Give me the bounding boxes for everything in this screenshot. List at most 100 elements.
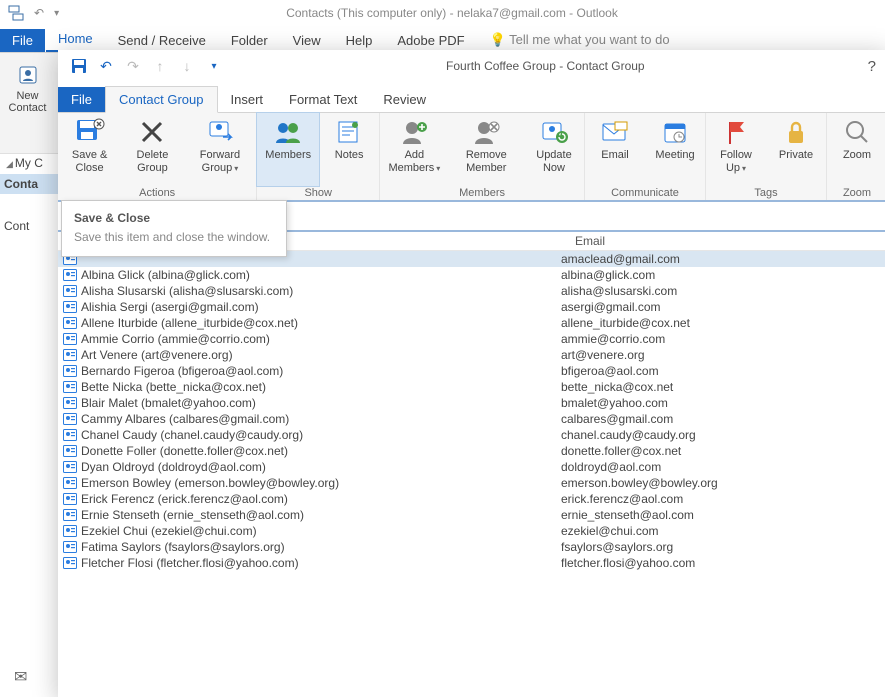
notes-button[interactable]: Notes <box>319 113 379 186</box>
forward-group-button[interactable]: Forward Group▾ <box>184 113 257 186</box>
member-email: albina@glick.com <box>561 268 885 282</box>
tab-view[interactable]: View <box>281 29 333 52</box>
table-row[interactable]: Blair Malet (bmalet@yahoo.com)bmalet@yah… <box>58 395 885 411</box>
help-button[interactable]: ? <box>868 58 885 75</box>
members-icon <box>272 117 304 147</box>
table-row[interactable]: Ammie Corrio (ammie@corrio.com)ammie@cor… <box>58 331 885 347</box>
chevron-down-icon: ▾ <box>742 164 746 173</box>
ribbon-group-label: Tags <box>706 186 826 201</box>
member-email: calbares@gmail.com <box>561 412 885 426</box>
quick-access-icon[interactable] <box>8 5 24 21</box>
fg-tab-file[interactable]: File <box>58 87 105 112</box>
zoom-button[interactable]: Zoom <box>827 113 885 186</box>
undo-icon[interactable]: ↶ <box>97 57 115 75</box>
table-row[interactable]: Fletcher Flosi (fletcher.flosi@yahoo.com… <box>58 555 885 571</box>
redo-icon[interactable]: ↷ <box>124 57 142 75</box>
fg-tab-contact-group[interactable]: Contact Group <box>105 86 218 113</box>
members-button[interactable]: Members <box>256 112 320 187</box>
table-row[interactable]: Ezekiel Chui (ezekiel@chui.com)ezekiel@c… <box>58 523 885 539</box>
member-name: Art Venere (art@venere.org) <box>81 348 561 362</box>
tab-adobe-pdf[interactable]: Adobe PDF <box>385 29 476 52</box>
ribbon-group-label: Communicate <box>585 186 705 201</box>
table-row[interactable]: Emerson Bowley (emerson.bowley@bowley.or… <box>58 475 885 491</box>
table-row[interactable]: Erick Ferencz (erick.ferencz@aol.com)eri… <box>58 491 885 507</box>
tab-send-receive[interactable]: Send / Receive <box>106 29 218 52</box>
delete-group-button[interactable]: Delete Group <box>121 113 183 186</box>
tooltip-body: Save this item and close the window. <box>74 230 274 246</box>
member-name: Ezekiel Chui (ezekiel@chui.com) <box>81 524 561 538</box>
table-row[interactable]: Fatima Saylors (fsaylors@saylors.org)fsa… <box>58 539 885 555</box>
contact-card-icon <box>63 557 77 569</box>
fg-tab-review[interactable]: Review <box>370 87 439 112</box>
nav-item-contacts[interactable]: Conta <box>0 174 60 194</box>
fg-window-title: Fourth Coffee Group - Contact Group <box>223 59 868 73</box>
table-row[interactable]: Alisha Slusarski (alisha@slusarski.com)a… <box>58 283 885 299</box>
ribbon-group-label: Actions <box>58 186 256 201</box>
email-button[interactable]: Email <box>585 113 645 186</box>
ribbon-group-label: Show <box>257 186 379 201</box>
member-name: Emerson Bowley (emerson.bowley@bowley.or… <box>81 476 561 490</box>
member-email: fsaylors@saylors.org <box>561 540 885 554</box>
save-icon[interactable] <box>70 57 88 75</box>
member-email: chanel.caudy@caudy.org <box>561 428 885 442</box>
table-row[interactable]: Donette Foller (donette.foller@cox.net)d… <box>58 443 885 459</box>
tab-help[interactable]: Help <box>334 29 385 52</box>
table-row[interactable]: Ernie Stenseth (ernie_stenseth@aol.com)e… <box>58 507 885 523</box>
save-and-close-button[interactable]: Save & Close <box>58 113 121 186</box>
private-button[interactable]: Private <box>766 113 826 186</box>
member-name: Bette Nicka (bette_nicka@cox.net) <box>81 380 561 394</box>
member-email: fletcher.flosi@yahoo.com <box>561 556 885 570</box>
update-now-button[interactable]: Update Now <box>524 113 584 186</box>
follow-up-button[interactable]: Follow Up▾ <box>706 113 766 186</box>
contact-card-icon <box>63 301 77 313</box>
table-row[interactable]: Bernardo Figeroa (bfigeroa@aol.com)bfige… <box>58 363 885 379</box>
ribbon-group-tags: Follow Up▾ Private Tags <box>706 113 827 201</box>
tab-file[interactable]: File <box>0 29 45 52</box>
member-name: Alishia Sergi (asergi@gmail.com) <box>81 300 561 314</box>
fg-titlebar: ↶ ↷ ↑ ↓ ▾ Fourth Coffee Group - Contact … <box>58 50 885 82</box>
member-name: Ammie Corrio (ammie@corrio.com) <box>81 332 561 346</box>
member-name: Cammy Albares (calbares@gmail.com) <box>81 412 561 426</box>
table-row[interactable]: Art Venere (art@venere.org)art@venere.or… <box>58 347 885 363</box>
tab-folder[interactable]: Folder <box>219 29 280 52</box>
contact-card-icon <box>63 269 77 281</box>
mail-icon[interactable]: ✉ <box>14 667 27 687</box>
contact-card-icon <box>63 477 77 489</box>
member-email: art@venere.org <box>561 348 885 362</box>
meeting-icon <box>659 117 691 147</box>
tab-tell-me[interactable]: 💡 Tell me what you want to do <box>478 28 682 52</box>
new-contact-button[interactable]: New Contact <box>5 64 50 114</box>
meeting-button[interactable]: Meeting <box>645 113 705 186</box>
member-email: erick.ferencz@aol.com <box>561 492 885 506</box>
contact-card-icon <box>63 445 77 457</box>
undo-icon[interactable]: ↶ <box>34 6 44 20</box>
up-arrow-icon: ↑ <box>151 57 169 75</box>
add-members-button[interactable]: Add Members▾ <box>380 113 448 186</box>
table-row[interactable]: Dyan Oldroyd (doldroyd@aol.com)doldroyd@… <box>58 459 885 475</box>
nav-header[interactable]: ◢My C <box>0 152 60 174</box>
qat-dropdown-icon[interactable]: ▾ <box>205 57 223 75</box>
member-name: Dyan Oldroyd (doldroyd@aol.com) <box>81 460 561 474</box>
outlook-tabs: File Home Send / Receive Folder View Hel… <box>0 26 885 53</box>
nav-item-all-contacts[interactable]: Cont <box>0 216 60 236</box>
member-email: ernie_stenseth@aol.com <box>561 508 885 522</box>
table-row[interactable]: Chanel Caudy (chanel.caudy@caudy.org)cha… <box>58 427 885 443</box>
fg-content: Name Email amaclead@gmail.comAlbina Glic… <box>58 200 885 697</box>
table-row[interactable]: Alishia Sergi (asergi@gmail.com)asergi@g… <box>58 299 885 315</box>
table-row[interactable]: Allene Iturbide (allene_iturbide@cox.net… <box>58 315 885 331</box>
chevron-down-icon: ▾ <box>436 164 440 173</box>
table-row[interactable]: Bette Nicka (bette_nicka@cox.net)bette_n… <box>58 379 885 395</box>
new-contact-icon <box>15 64 41 86</box>
remove-member-button[interactable]: Remove Member <box>449 113 524 186</box>
fg-tab-format-text[interactable]: Format Text <box>276 87 370 112</box>
fg-tab-insert[interactable]: Insert <box>218 87 277 112</box>
notes-icon <box>333 117 365 147</box>
table-row[interactable]: Cammy Albares (calbares@gmail.com)calbar… <box>58 411 885 427</box>
tooltip-title: Save & Close <box>74 211 274 225</box>
table-row[interactable]: Albina Glick (albina@glick.com)albina@gl… <box>58 267 885 283</box>
tab-home[interactable]: Home <box>46 27 105 52</box>
fg-tabs: File Contact Group Insert Format Text Re… <box>58 82 885 113</box>
contact-group-window: ↶ ↷ ↑ ↓ ▾ Fourth Coffee Group - Contact … <box>58 50 885 697</box>
contact-card-icon <box>63 317 77 329</box>
contact-card-icon <box>63 429 77 441</box>
